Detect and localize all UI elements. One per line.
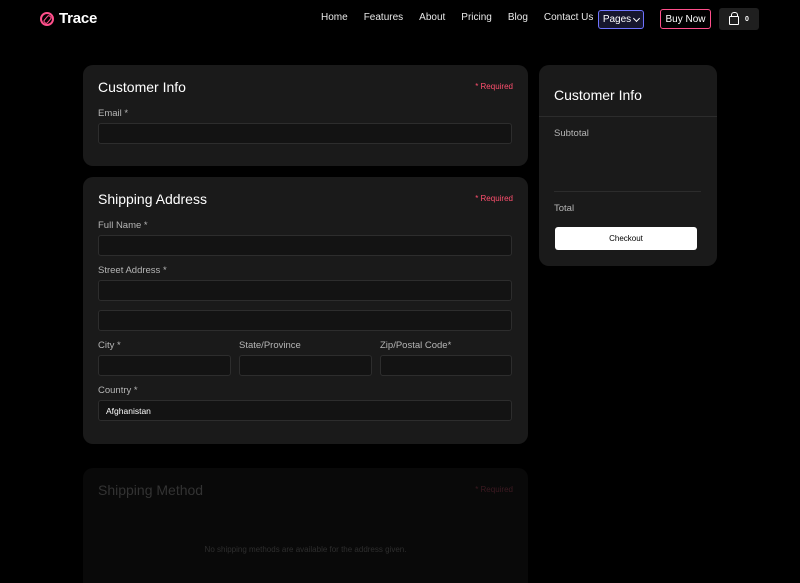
nav-links: Home Features About Pricing Blog Contact…: [321, 12, 593, 23]
country-select[interactable]: Afghanistan: [98, 400, 512, 421]
chevron-down-icon: [633, 14, 641, 22]
nav-link-contact[interactable]: Contact Us: [544, 12, 593, 23]
cart-button[interactable]: 0: [719, 8, 759, 30]
cart-count: 0: [745, 15, 749, 23]
buy-now-button[interactable]: Buy Now: [660, 9, 711, 29]
customer-info-card: Customer Info * Required Email *: [83, 65, 528, 166]
divider: [539, 116, 717, 117]
brand-logo[interactable]: Trace: [40, 10, 97, 27]
email-label: Email *: [98, 108, 129, 119]
pages-label: Pages: [602, 14, 632, 25]
zip-label: Zip/Postal Code*: [380, 340, 452, 351]
required-note: * Required: [475, 194, 513, 203]
shipping-method-card: Shipping Method * Required No shipping m…: [83, 468, 528, 583]
pages-dropdown-button[interactable]: Pages: [598, 10, 644, 29]
shipping-method-title: Shipping Method: [98, 482, 204, 498]
state-label: State/Province: [239, 340, 301, 351]
state-field[interactable]: [239, 355, 372, 376]
checkout-button[interactable]: Checkout: [555, 227, 697, 250]
nav-link-features[interactable]: Features: [364, 12, 403, 23]
city-label: City *: [98, 340, 121, 351]
nav-link-home[interactable]: Home: [321, 12, 348, 23]
customer-info-title: Customer Info: [98, 79, 186, 95]
order-summary-card: Customer Info Subtotal Total Checkout: [539, 65, 717, 266]
total-label: Total: [554, 203, 575, 214]
street-address-label: Street Address *: [98, 265, 167, 276]
zip-field[interactable]: [380, 355, 512, 376]
shipping-address-title: Shipping Address: [98, 191, 207, 207]
required-note: * Required: [475, 82, 513, 91]
empty-shipping-message: No shipping methods are available for th…: [204, 545, 407, 554]
nav-link-pricing[interactable]: Pricing: [461, 12, 492, 23]
shopping-bag-icon: [729, 12, 740, 25]
divider: [554, 191, 701, 192]
full-name-field[interactable]: [98, 235, 512, 256]
required-note: * Required: [475, 485, 513, 494]
street-address-line2-field[interactable]: [98, 310, 512, 331]
subtotal-label: Subtotal: [554, 128, 589, 139]
full-name-label: Full Name *: [98, 220, 148, 231]
top-navbar: Trace Home Features About Pricing Blog C…: [0, 0, 800, 38]
country-label: Country *: [98, 385, 138, 396]
brand-name: Trace: [59, 10, 98, 27]
nav-link-about[interactable]: About: [419, 12, 445, 23]
email-field[interactable]: [98, 123, 512, 144]
compass-icon: [40, 11, 54, 26]
city-field[interactable]: [98, 355, 231, 376]
street-address-field[interactable]: [98, 280, 512, 301]
summary-title: Customer Info: [554, 87, 642, 103]
shipping-address-card: Shipping Address * Required Full Name * …: [83, 177, 528, 444]
nav-link-blog[interactable]: Blog: [508, 12, 528, 23]
